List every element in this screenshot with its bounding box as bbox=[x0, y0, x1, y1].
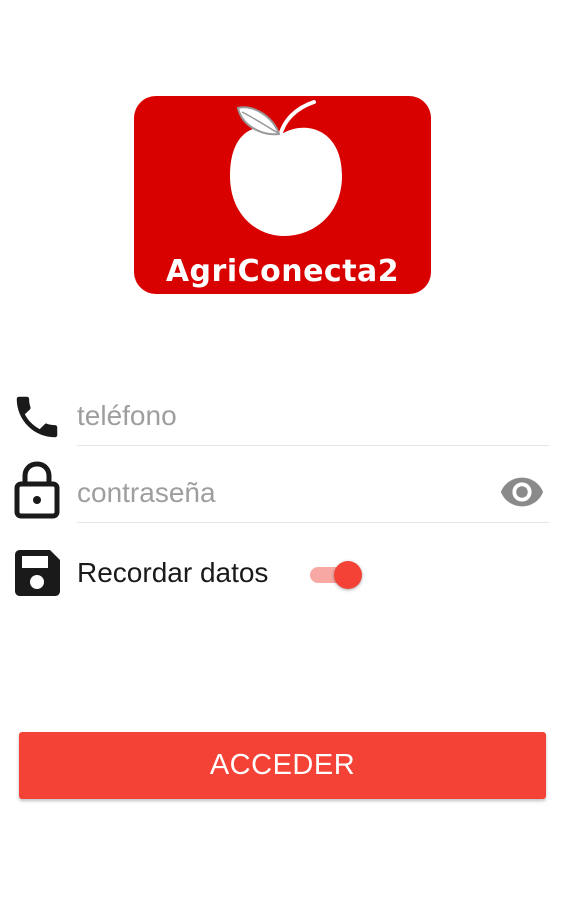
remember-toggle[interactable] bbox=[308, 560, 362, 589]
login-button[interactable]: ACCEDER bbox=[19, 732, 546, 799]
lock-icon bbox=[14, 461, 60, 524]
toggle-thumb bbox=[334, 561, 362, 589]
eye-icon[interactable] bbox=[499, 475, 545, 512]
login-screen: AgriConecta2 teléfono Recordar datos ACC… bbox=[0, 0, 570, 900]
password-input[interactable] bbox=[77, 473, 477, 513]
remember-label: Recordar datos bbox=[77, 557, 269, 588]
phone-field bbox=[77, 390, 549, 446]
phone-icon bbox=[10, 390, 64, 449]
password-field bbox=[77, 467, 549, 523]
save-icon bbox=[12, 548, 62, 603]
app-logo: AgriConecta2 bbox=[134, 96, 431, 294]
logo-text: AgriConecta2 bbox=[165, 254, 400, 289]
phone-input[interactable] bbox=[77, 396, 477, 436]
